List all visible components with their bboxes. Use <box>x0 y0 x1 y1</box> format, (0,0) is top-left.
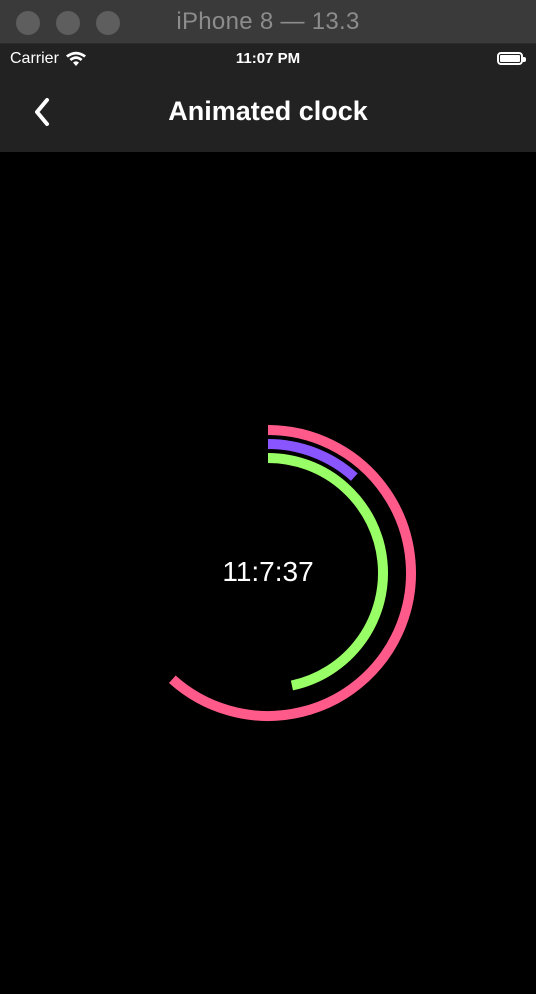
window-title: iPhone 8 — 13.3 <box>176 8 360 35</box>
page-title: Animated clock <box>168 96 368 126</box>
battery-icon <box>497 52 526 65</box>
window-title-bar: iPhone 8 — 13.3 <box>0 0 536 44</box>
navigation-bar: Animated clock <box>0 74 536 152</box>
clock-time-label: 11:7:37 <box>222 556 314 587</box>
status-bar: Carrier 11:07 PM <box>0 44 536 74</box>
clock-canvas: 11:7:37 <box>0 152 536 994</box>
chevron-left-icon <box>35 98 49 126</box>
status-time: 11:07 PM <box>235 50 301 67</box>
back-button[interactable] <box>24 92 60 132</box>
